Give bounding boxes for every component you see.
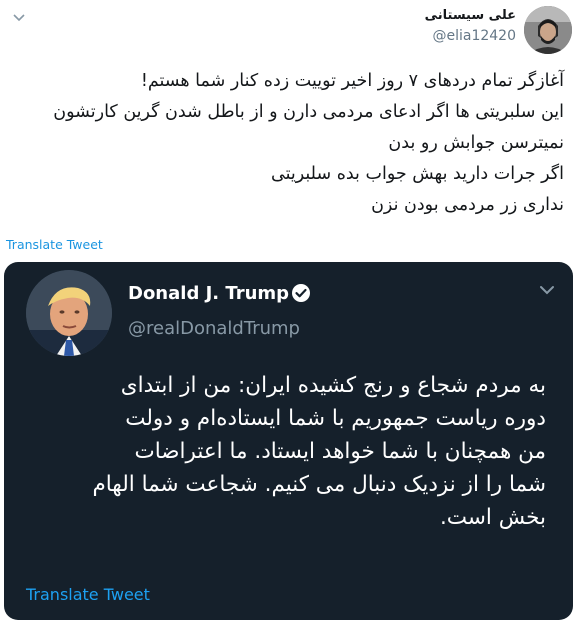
quoted-text-line: شما را از نزدیک دنبال می کنیم. شجاعت شما… [92, 472, 546, 497]
tweet-text-line: این سلبریتی ها اگر ادعای مردمی دارن و از… [53, 102, 564, 122]
quoted-text-line: من همچنان با شما خواهد ایستاد. ما اعتراض… [134, 439, 546, 464]
tweet-text-line: اگر جرات دارید بهش جواب بده سلبریتی [271, 164, 564, 184]
chevron-down-icon[interactable] [8, 10, 30, 32]
quoted-text-line: به مردم شجاع و رنج کشیده ایران: من از اب… [120, 373, 546, 398]
avatar[interactable] [524, 6, 572, 54]
quoted-tweet-text: به مردم شجاع و رنج کشیده ایران: من از اب… [40, 369, 546, 534]
author-name[interactable]: علی سیستانی [425, 8, 516, 23]
tweet-text: آغازگر تمام دردهای ۷ روز اخیر توییت زده … [14, 66, 564, 221]
tweet-text-line: نداری زر مردمی بودن نزن [371, 195, 564, 215]
quoted-text-line: دوره ریاست جمهوریم با شما ایستاده‌ام و د… [125, 406, 546, 431]
quoted-author-name[interactable]: Donald J. Trump [128, 283, 289, 304]
quoted-author-handle[interactable]: @realDonaldTrump [128, 318, 300, 339]
verified-badge-icon [291, 283, 311, 303]
quoted-text-line: بخش است. [439, 505, 546, 530]
translate-tweet-link[interactable]: Translate Tweet [6, 237, 103, 252]
chevron-down-icon[interactable] [537, 280, 557, 300]
quoted-translate-tweet-link[interactable]: Translate Tweet [26, 585, 150, 604]
tweet-header: علی سیستانی @elia12420 [0, 0, 578, 60]
tweet-text-line: نمیترسن جوابش رو بدن [388, 133, 564, 153]
author-handle[interactable]: @elia12420 [432, 28, 516, 44]
tweet-text-line: آغازگر تمام دردهای ۷ روز اخیر توییت زده … [140, 71, 564, 91]
quoted-avatar[interactable] [26, 270, 112, 356]
quoted-tweet[interactable]: Donald J. Trump @realDonaldTrump به مردم… [4, 262, 573, 620]
